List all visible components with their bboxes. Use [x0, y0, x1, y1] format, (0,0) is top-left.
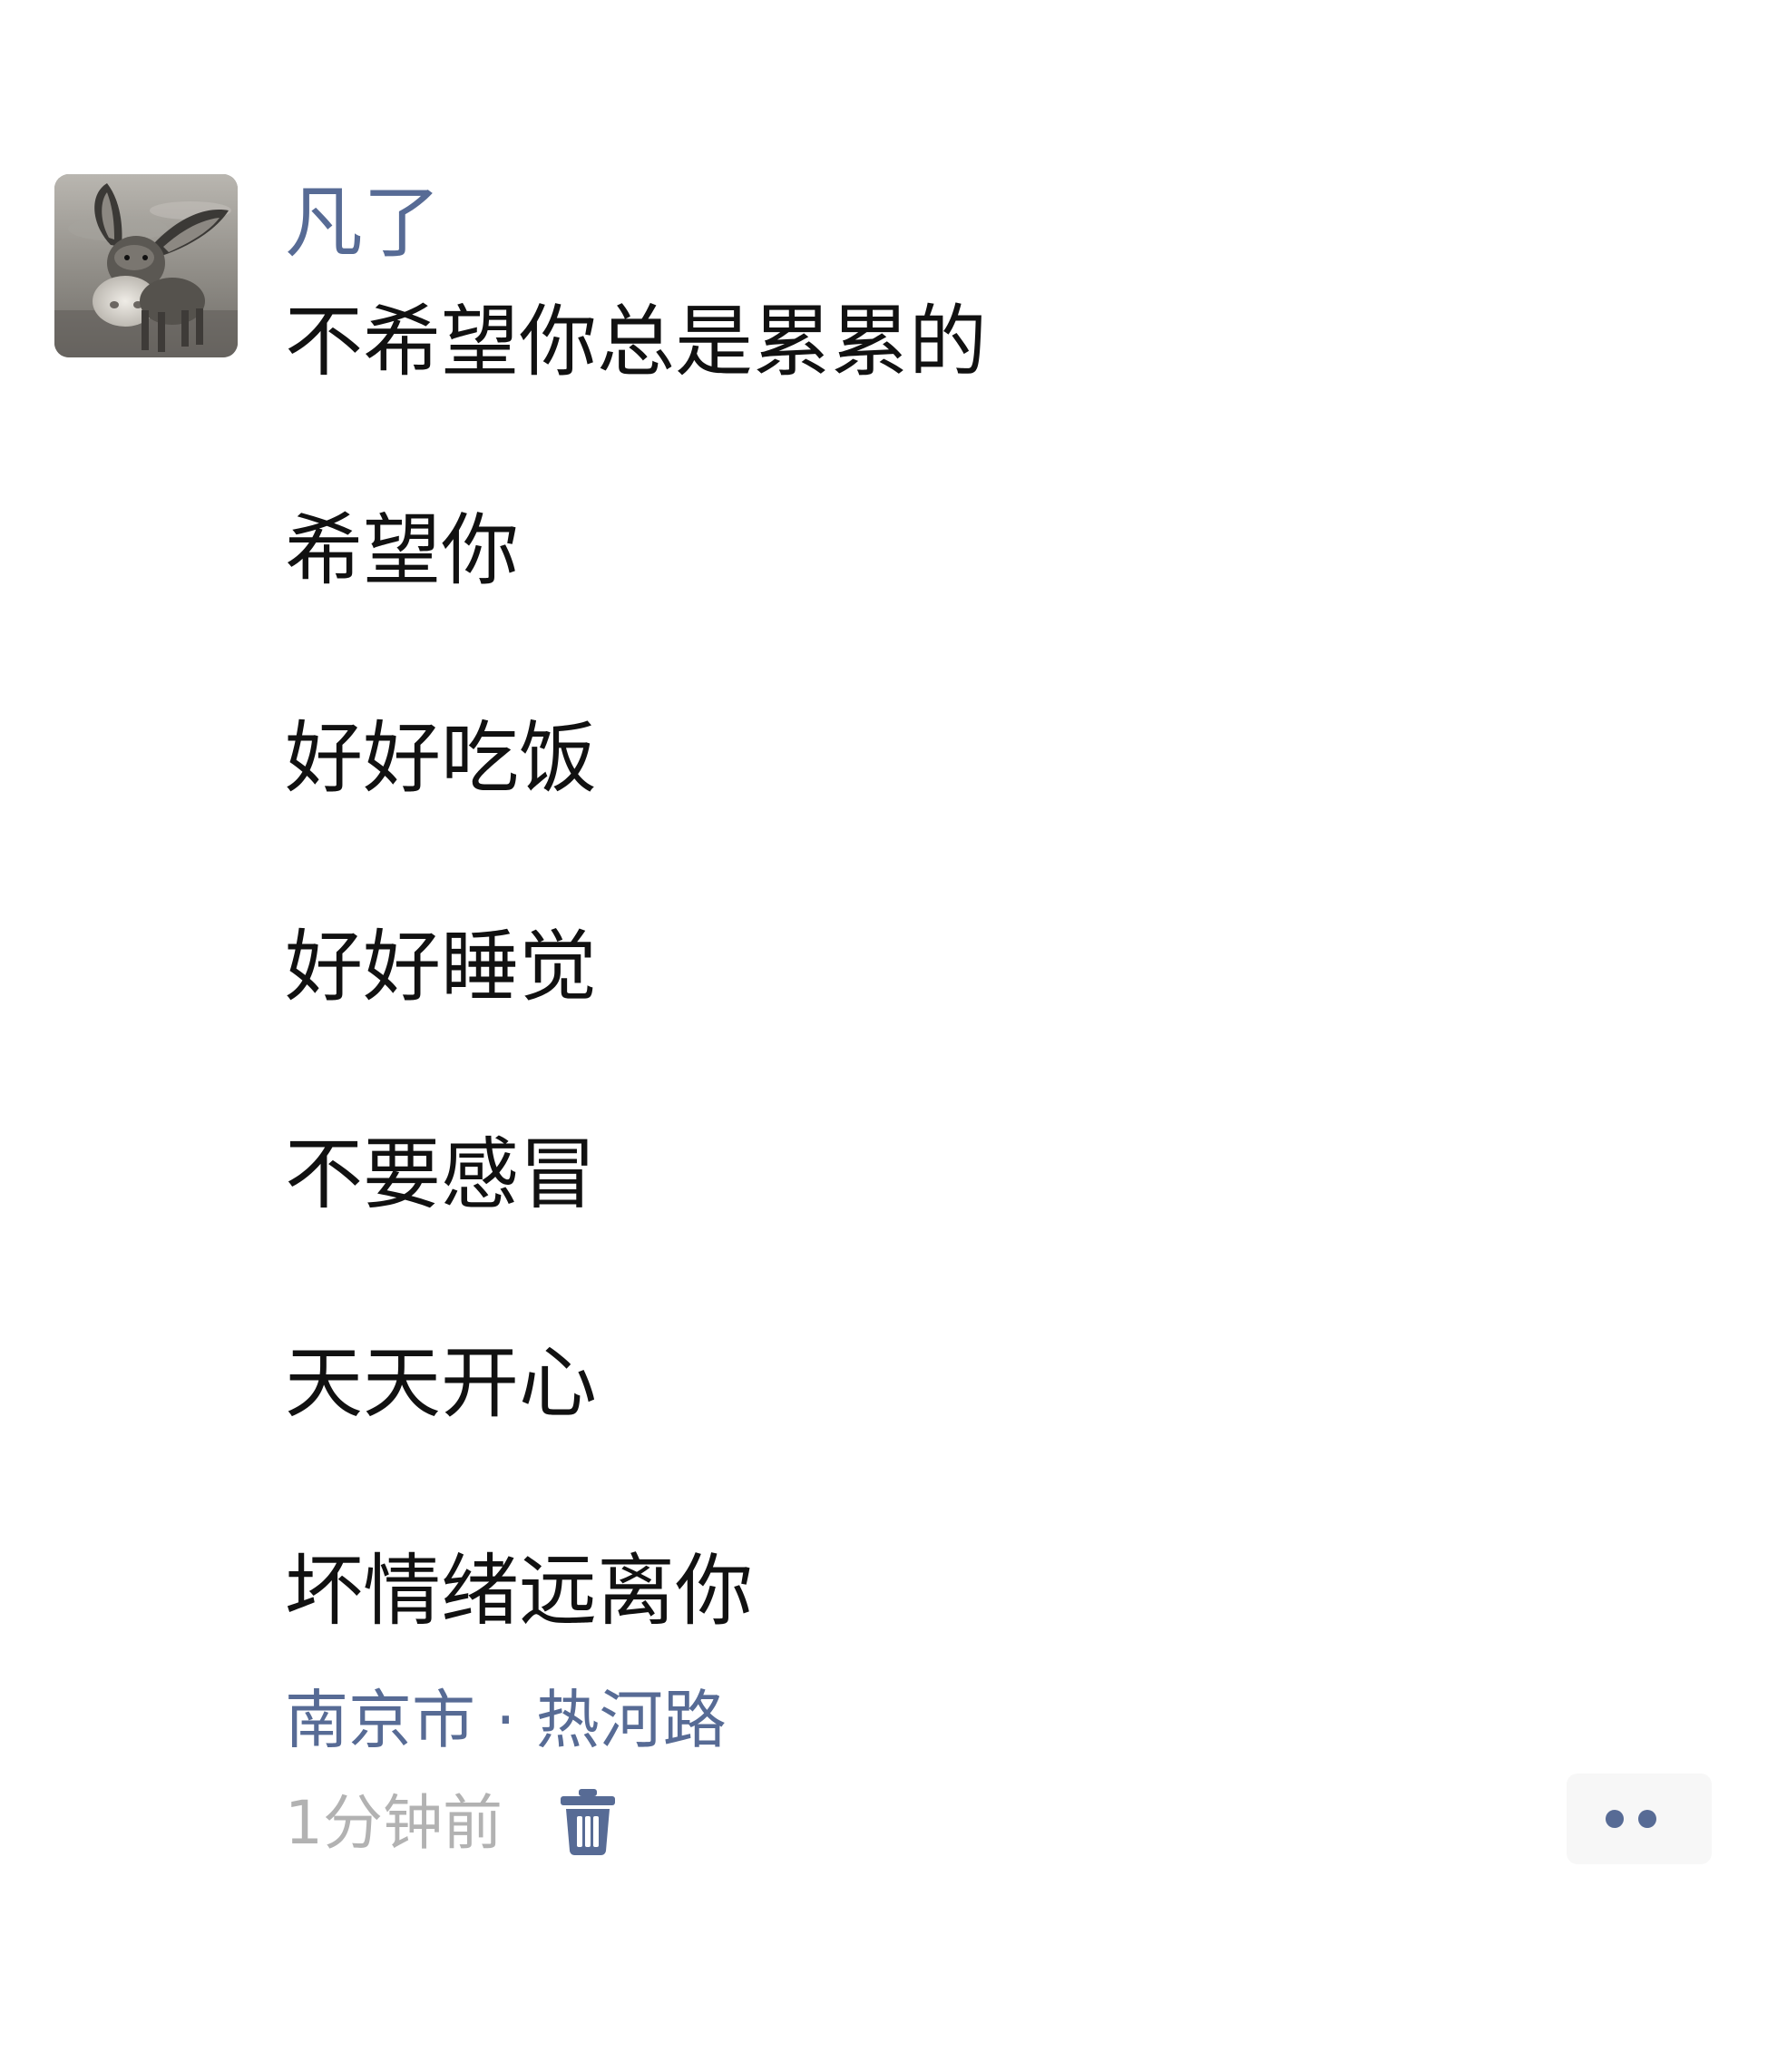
moment-post: 凡了 不希望你总是累累的 希望你 好好吃饭 好好睡觉 不要感冒 天天开心 坏情绪…	[0, 0, 1787, 2072]
post-text: 不希望你总是累累的 希望你 好好吃饭 好好睡觉 不要感冒 天天开心 坏情绪远离你	[285, 292, 1555, 1750]
post-line: 天天开心	[285, 1337, 597, 1429]
trash-icon	[561, 1789, 615, 1855]
donkey-avatar-icon	[54, 174, 238, 357]
post-line: 好好吃饭	[285, 713, 597, 804]
location-link[interactable]: 南京市 · 热河路	[285, 1675, 727, 1765]
delete-button[interactable]	[559, 1787, 617, 1856]
more-button[interactable]	[1567, 1774, 1712, 1864]
author-name[interactable]: 凡了	[285, 178, 441, 269]
avatar[interactable]	[54, 174, 238, 357]
post-time: 1分钟前	[285, 1788, 503, 1858]
post-line: 希望你	[285, 504, 519, 596]
post-line: 不要感冒	[285, 1129, 597, 1220]
post-line: 不希望你总是累累的	[285, 297, 987, 387]
post-line: 好好睡觉	[285, 921, 597, 1012]
more-dots-icon	[1606, 1810, 1656, 1828]
